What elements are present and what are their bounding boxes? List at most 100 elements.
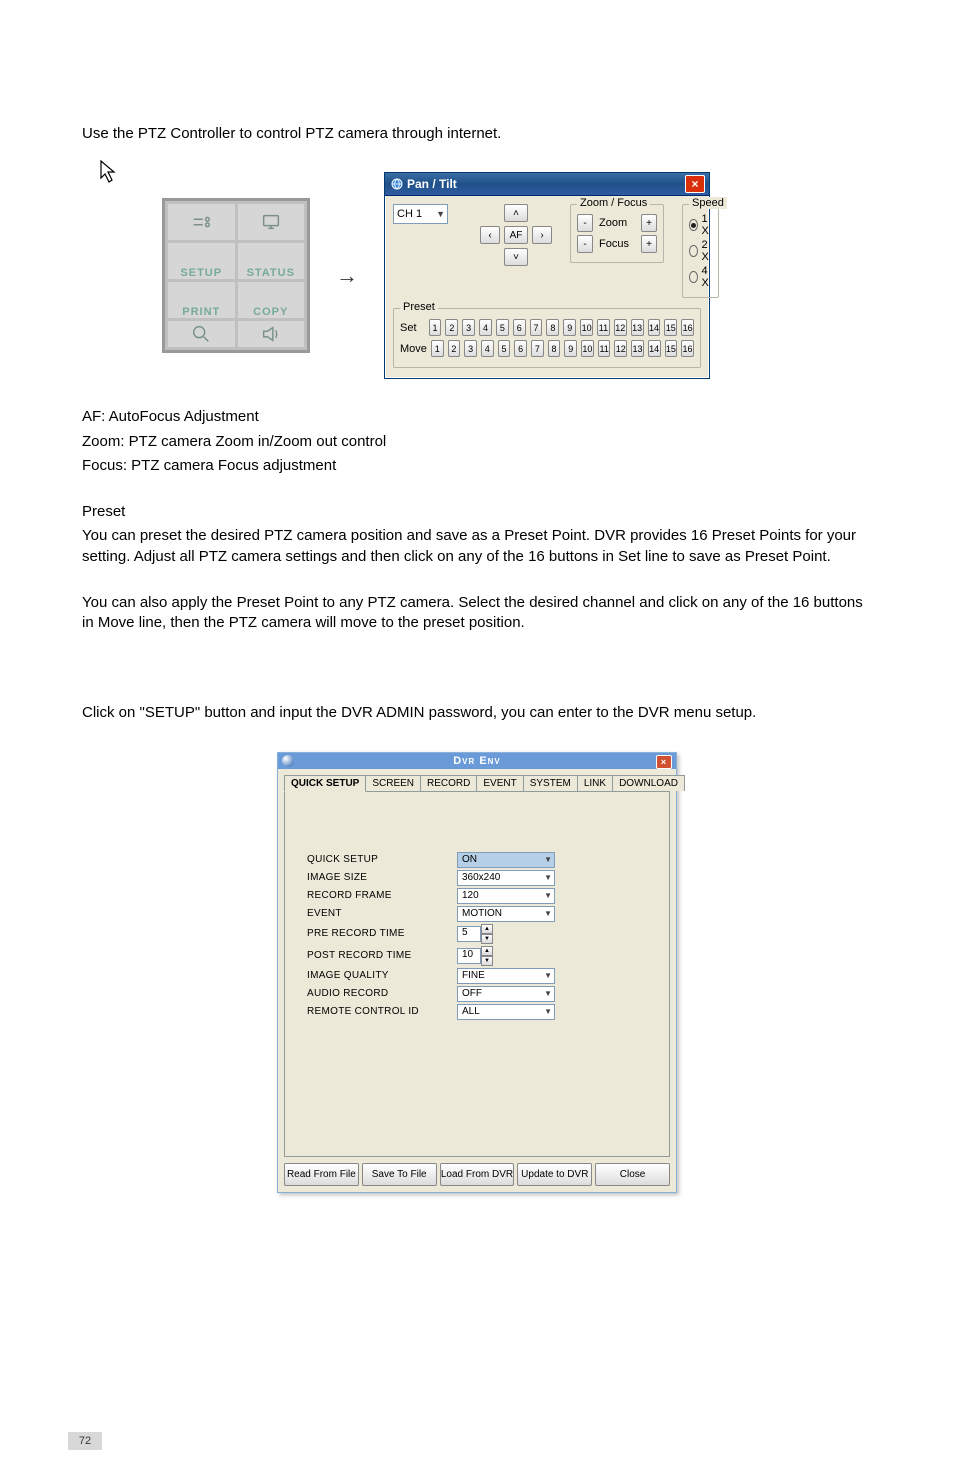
- tab-link[interactable]: LINK: [577, 775, 613, 791]
- preset-move-7[interactable]: 7: [531, 340, 544, 357]
- image-size-select[interactable]: 360x240▼: [457, 870, 555, 886]
- audio-record-value: OFF: [462, 988, 482, 999]
- preset-heading: Preset: [82, 502, 872, 522]
- radio-icon: [689, 219, 698, 231]
- zoom-label: Zoom: [599, 217, 635, 229]
- preset-set-16[interactable]: 16: [681, 319, 694, 336]
- preset-set-4[interactable]: 4: [479, 319, 492, 336]
- channel-select[interactable]: CH 1 ▼: [393, 204, 448, 224]
- thumbnail-panel: SETUP STATUS PRINT COPY: [162, 198, 310, 353]
- spin-down-icon[interactable]: ▼: [481, 956, 493, 966]
- preset-set-1[interactable]: 1: [429, 319, 442, 336]
- print-label-cell: PRINT: [168, 282, 235, 318]
- pan-right-button[interactable]: ›: [532, 226, 552, 244]
- spin-up-icon[interactable]: ▲: [481, 924, 493, 934]
- speed-4x-option[interactable]: 4 X: [689, 265, 712, 289]
- preset-set-10[interactable]: 10: [580, 319, 593, 336]
- remote-id-select[interactable]: ALL▼: [457, 1004, 555, 1020]
- quick-setup-select[interactable]: ON▼: [457, 852, 555, 868]
- pan-tilt-title: Pan / Tilt: [407, 177, 457, 191]
- zoom-focus-group: Zoom / Focus - Zoom + - Focus +: [570, 204, 664, 263]
- close-button[interactable]: Close: [595, 1163, 670, 1186]
- preset-move-5[interactable]: 5: [498, 340, 511, 357]
- preset-move-15[interactable]: 15: [665, 340, 678, 357]
- preset-set-9[interactable]: 9: [563, 319, 576, 336]
- preset-move-1[interactable]: 1: [431, 340, 444, 357]
- preset-move-12[interactable]: 12: [614, 340, 627, 357]
- preset-set-13[interactable]: 13: [631, 319, 644, 336]
- preset-move-11[interactable]: 11: [598, 340, 611, 357]
- pre-record-spinner[interactable]: 5 ▲▼: [457, 924, 493, 944]
- speed-4x-label: 4 X: [702, 265, 713, 289]
- pre-record-value: 5: [457, 926, 481, 942]
- zoom-plus-button[interactable]: +: [641, 214, 657, 232]
- preset-set-6[interactable]: 6: [513, 319, 526, 336]
- event-select[interactable]: MOTION▼: [457, 906, 555, 922]
- save-to-file-button[interactable]: Save To File: [362, 1163, 437, 1186]
- speed-2x-option[interactable]: 2 X: [689, 239, 712, 263]
- speed-2x-label: 2 X: [702, 239, 713, 263]
- preset-move-14[interactable]: 14: [648, 340, 661, 357]
- preset-set-12[interactable]: 12: [614, 319, 627, 336]
- preset-set-3[interactable]: 3: [462, 319, 475, 336]
- tab-event[interactable]: EVENT: [476, 775, 523, 791]
- preset-paragraph: You can preset the desired PTZ camera po…: [82, 526, 872, 567]
- preset-set-5[interactable]: 5: [496, 319, 509, 336]
- preset-set-14[interactable]: 14: [648, 319, 661, 336]
- spin-down-icon[interactable]: ▼: [481, 934, 493, 944]
- preset-move-3[interactable]: 3: [464, 340, 477, 357]
- tab-record[interactable]: RECORD: [420, 775, 477, 791]
- image-quality-select[interactable]: FINE▼: [457, 968, 555, 984]
- preset-move-6[interactable]: 6: [514, 340, 527, 357]
- cursor-icon: [100, 160, 122, 186]
- tab-system[interactable]: SYSTEM: [523, 775, 578, 791]
- pre-record-label: PRE RECORD TIME: [307, 928, 457, 939]
- preset-move-13[interactable]: 13: [631, 340, 644, 357]
- preset-move-4[interactable]: 4: [481, 340, 494, 357]
- image-size-value: 360x240: [462, 872, 500, 883]
- tab-quick-setup[interactable]: QUICK SETUP: [284, 775, 366, 792]
- preset-move-9[interactable]: 9: [564, 340, 577, 357]
- speed-1x-label: 1 X: [702, 213, 713, 237]
- speed-group: Speed 1 X 2 X 4 X: [682, 204, 719, 298]
- preset-set-7[interactable]: 7: [530, 319, 543, 336]
- page-number: 72: [68, 1432, 102, 1450]
- chevron-down-icon: ▼: [544, 855, 554, 864]
- load-from-dvr-button[interactable]: Load From DVR: [440, 1163, 515, 1186]
- close-button[interactable]: ×: [685, 175, 705, 193]
- focus-minus-button[interactable]: -: [577, 235, 593, 253]
- quick-setup-label: QUICK SETUP: [307, 854, 457, 865]
- af-button[interactable]: AF: [504, 226, 528, 244]
- chevron-down-icon: ▼: [544, 891, 554, 900]
- close-button[interactable]: ×: [656, 755, 672, 769]
- preset-move-2[interactable]: 2: [448, 340, 461, 357]
- audio-record-select[interactable]: OFF▼: [457, 986, 555, 1002]
- preset-move-16[interactable]: 16: [681, 340, 694, 357]
- pan-left-button[interactable]: ‹: [480, 226, 500, 244]
- preset-set-2[interactable]: 2: [445, 319, 458, 336]
- tab-download[interactable]: DOWNLOAD: [612, 775, 685, 791]
- move-paragraph: You can also apply the Preset Point to a…: [82, 593, 872, 634]
- focus-plus-button[interactable]: +: [641, 235, 657, 253]
- magnifier-icon: [190, 323, 212, 345]
- post-record-spinner[interactable]: 10 ▲▼: [457, 946, 493, 966]
- spin-up-icon[interactable]: ▲: [481, 946, 493, 956]
- preset-set-11[interactable]: 11: [597, 319, 610, 336]
- read-from-file-button[interactable]: Read From File: [284, 1163, 359, 1186]
- copy-label-cell: COPY: [238, 282, 305, 318]
- preset-move-8[interactable]: 8: [548, 340, 561, 357]
- settings-icon: [190, 211, 212, 233]
- tab-screen[interactable]: SCREEN: [365, 775, 421, 791]
- pan-up-button[interactable]: ˄: [504, 204, 528, 222]
- preset-set-8[interactable]: 8: [546, 319, 559, 336]
- preset-set-row: Set 1 2 3 4 5 6 7 8 9 10 11 12 13: [400, 319, 694, 336]
- speed-1x-option[interactable]: 1 X: [689, 213, 712, 237]
- record-frame-select[interactable]: 120▼: [457, 888, 555, 904]
- preset-move-10[interactable]: 10: [581, 340, 594, 357]
- preset-set-15[interactable]: 15: [664, 319, 677, 336]
- arrow-icon: →: [336, 263, 358, 289]
- update-to-dvr-button[interactable]: Update to DVR: [517, 1163, 592, 1186]
- setup-icon-cell: [168, 204, 235, 240]
- zoom-minus-button[interactable]: -: [577, 214, 593, 232]
- pan-down-button[interactable]: ˅: [504, 248, 528, 266]
